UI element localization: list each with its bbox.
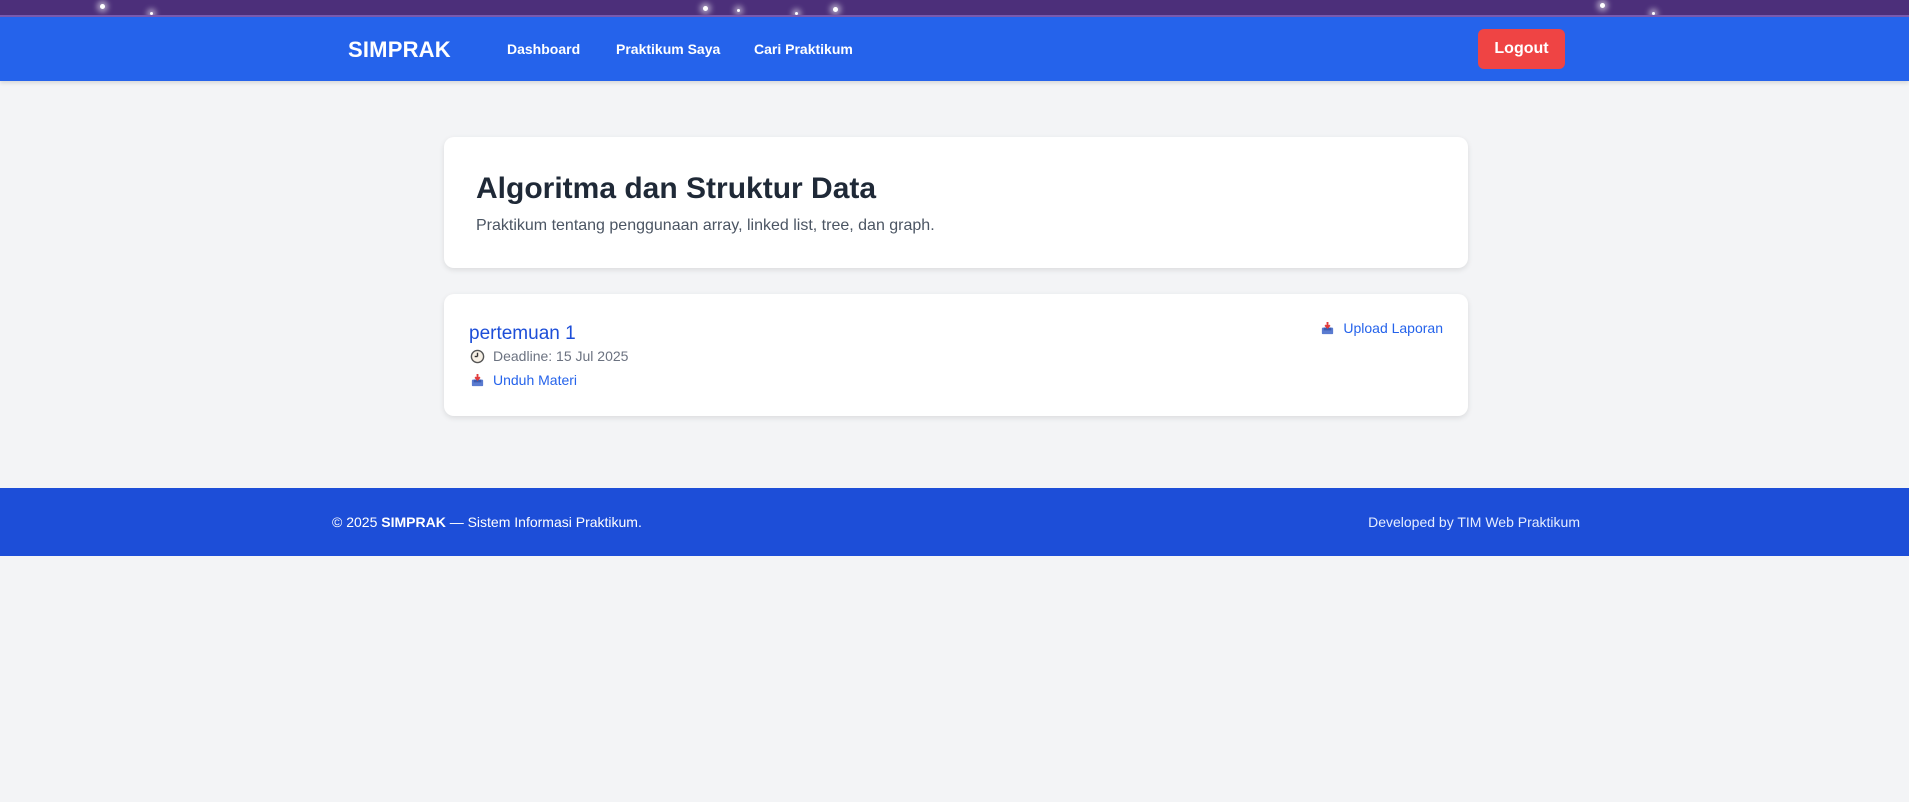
deadline-row: Deadline: 15 Jul 2025 bbox=[470, 348, 628, 364]
upload-report-label: Upload Laporan bbox=[1343, 320, 1443, 336]
star-decoration bbox=[1600, 3, 1605, 8]
course-title: Algoritma dan Struktur Data bbox=[476, 172, 877, 205]
nav-link-cari-praktikum[interactable]: Cari Praktikum bbox=[754, 41, 853, 57]
deadline-text: Deadline: 15 Jul 2025 bbox=[493, 348, 629, 364]
inbox-tray-icon bbox=[470, 373, 485, 388]
meeting-card: pertemuan 1 Deadline: 15 Jul 2025 Unduh … bbox=[444, 294, 1468, 416]
download-material-link[interactable]: Unduh Materi bbox=[470, 372, 577, 388]
star-decoration bbox=[737, 9, 740, 12]
brand-logo[interactable]: SIMPRAK bbox=[348, 37, 451, 63]
meeting-title: pertemuan 1 bbox=[469, 323, 576, 344]
footer-brand: SIMPRAK bbox=[381, 514, 446, 530]
upload-report-link[interactable]: Upload Laporan bbox=[1320, 320, 1443, 336]
footer-prefix: © 2025 bbox=[332, 514, 382, 530]
star-decoration bbox=[703, 6, 708, 11]
decorative-banner-strip bbox=[0, 0, 1909, 17]
logout-button[interactable]: Logout bbox=[1478, 29, 1565, 69]
footer-credit: Developed by TIM Web Praktikum bbox=[1368, 514, 1580, 530]
inbox-tray-icon bbox=[1320, 321, 1335, 336]
course-description: Praktikum tentang penggunaan array, link… bbox=[476, 217, 935, 234]
course-header-card: Algoritma dan Struktur Data Praktikum te… bbox=[444, 137, 1468, 268]
footer-copyright: © 2025 SIMPRAK — Sistem Informasi Prakti… bbox=[332, 514, 642, 530]
star-decoration bbox=[100, 4, 105, 9]
top-navbar: SIMPRAK Dashboard Praktikum Saya Cari Pr… bbox=[0, 17, 1909, 81]
star-decoration bbox=[833, 7, 838, 12]
nav-link-dashboard[interactable]: Dashboard bbox=[507, 41, 580, 57]
page-footer: © 2025 SIMPRAK — Sistem Informasi Prakti… bbox=[0, 488, 1909, 556]
download-material-label: Unduh Materi bbox=[493, 372, 578, 388]
nav-link-praktikum-saya[interactable]: Praktikum Saya bbox=[616, 41, 720, 57]
clock-icon bbox=[470, 349, 485, 364]
footer-suffix: — Sistem Informasi Praktikum. bbox=[445, 514, 642, 530]
